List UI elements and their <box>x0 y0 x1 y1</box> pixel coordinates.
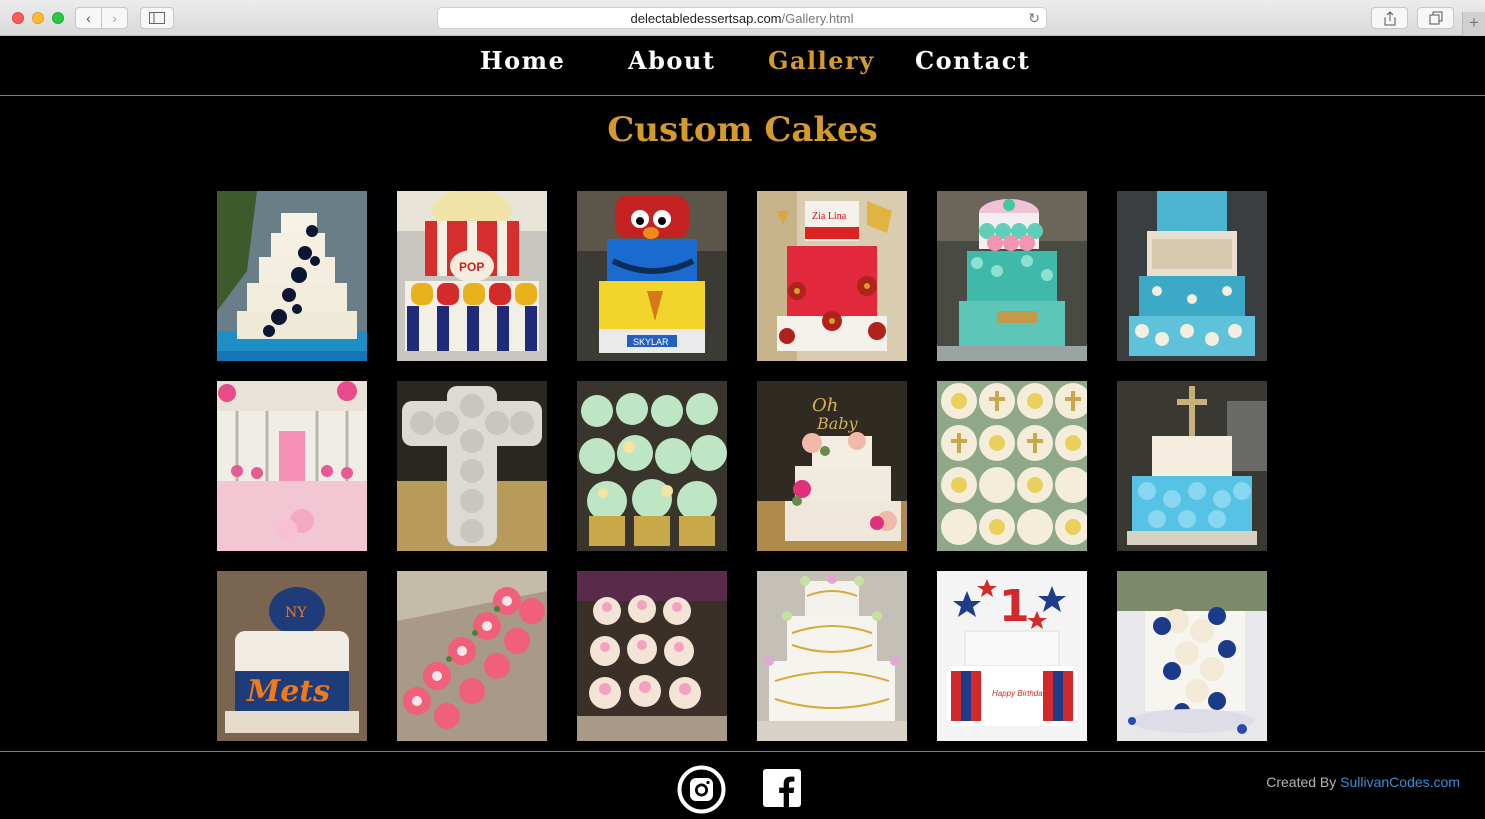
page-title: Custom Cakes <box>607 110 878 150</box>
tab-overview-button[interactable] <box>1417 7 1454 29</box>
sidebar-icon <box>149 12 165 24</box>
svg-text:Happy Birthday: Happy Birthday <box>992 689 1048 698</box>
site-nav: Home About Gallery Contact <box>0 36 1485 96</box>
gallery-photo-navy-flower-cake[interactable] <box>217 191 367 361</box>
gallery-photo-pink-party[interactable] <box>217 381 367 551</box>
share-icon <box>1384 10 1395 25</box>
url-text: delectabledessertsap.com/Gallery.html <box>438 11 1046 26</box>
facebook-icon[interactable] <box>763 769 801 807</box>
site-footer: Created By SullivanCodes.com <box>0 751 1485 819</box>
chevron-right-icon: › <box>112 10 117 26</box>
gallery-photo-oh-baby-cake[interactable]: Oh Baby <box>757 381 907 551</box>
credit-prefix: Created By <box>1266 774 1341 790</box>
gallery-photo-gold-scroll-cake[interactable] <box>757 571 907 741</box>
gallery-photo-blue-rosette-cake[interactable] <box>1117 381 1267 551</box>
svg-text:NY: NY <box>285 605 307 621</box>
share-button[interactable] <box>1371 7 1408 29</box>
gallery-photo-cupcake-cross[interactable] <box>397 381 547 551</box>
svg-text:POP: POP <box>459 260 484 274</box>
nav-contact[interactable]: Contact <box>915 46 1030 75</box>
new-tab-button[interactable]: + <box>1462 12 1485 36</box>
nav-gallery[interactable]: Gallery <box>768 46 875 75</box>
gallery-grid: POP SKYLAR Zia Lina Oh Baby NY Mets 1 Ha… <box>217 191 1267 741</box>
gallery-photo-blue-white-roses-cake[interactable] <box>1117 571 1267 741</box>
browser-toolbar: ‹ › delectabledessertsap.com/Gallery.htm… <box>0 0 1485 36</box>
gallery-photo-cross-cupcakes[interactable] <box>937 381 1087 551</box>
credit-link[interactable]: SullivanCodes.com <box>1340 774 1460 790</box>
url-path: /Gallery.html <box>781 11 854 26</box>
chevron-left-icon: ‹ <box>86 10 91 26</box>
window-minimize-button[interactable] <box>32 12 44 24</box>
gallery-photo-sesame-street-cake[interactable]: SKYLAR <box>577 191 727 361</box>
url-domain: delectabledessertsap.com <box>630 11 782 26</box>
svg-text:Oh: Oh <box>812 395 838 416</box>
nav-home[interactable]: Home <box>480 46 565 75</box>
gallery-photo-first-birthday-cake[interactable]: 1 Happy Birthday <box>937 571 1087 741</box>
gallery-photo-pink-flower-cupcakes[interactable] <box>577 571 727 741</box>
instagram-icon[interactable] <box>677 765 726 814</box>
gallery-photo-mint-cupcakes[interactable] <box>577 381 727 551</box>
gallery-photo-popcorn-cake[interactable]: POP <box>397 191 547 361</box>
window-zoom-button[interactable] <box>52 12 64 24</box>
sidebar-toggle-button[interactable] <box>140 7 174 29</box>
forward-button[interactable]: › <box>101 7 128 29</box>
back-button[interactable]: ‹ <box>75 7 102 29</box>
svg-text:Mets: Mets <box>246 674 330 709</box>
window-close-button[interactable] <box>12 12 24 24</box>
tabs-icon <box>1429 11 1442 25</box>
reload-icon[interactable]: ↻ <box>1028 10 1040 27</box>
svg-text:Zia Lina: Zia Lina <box>812 211 847 222</box>
svg-text:1: 1 <box>999 581 1030 632</box>
gallery-photo-poinsettia-cake[interactable]: Zia Lina <box>757 191 907 361</box>
gallery-photo-mermaid-cake[interactable] <box>937 191 1087 361</box>
address-bar[interactable]: delectabledessertsap.com/Gallery.html ↻ <box>437 7 1047 29</box>
gallery-photo-pink-rose-cupcakes[interactable] <box>397 571 547 741</box>
svg-text:SKYLAR: SKYLAR <box>633 337 669 347</box>
nav-about[interactable]: About <box>628 46 715 75</box>
gallery-photo-mets-cake[interactable]: NY Mets <box>217 571 367 741</box>
svg-text:Baby: Baby <box>816 414 859 433</box>
gallery-photo-frozen-cake[interactable] <box>1117 191 1267 361</box>
footer-credit: Created By SullivanCodes.com <box>1266 774 1460 790</box>
